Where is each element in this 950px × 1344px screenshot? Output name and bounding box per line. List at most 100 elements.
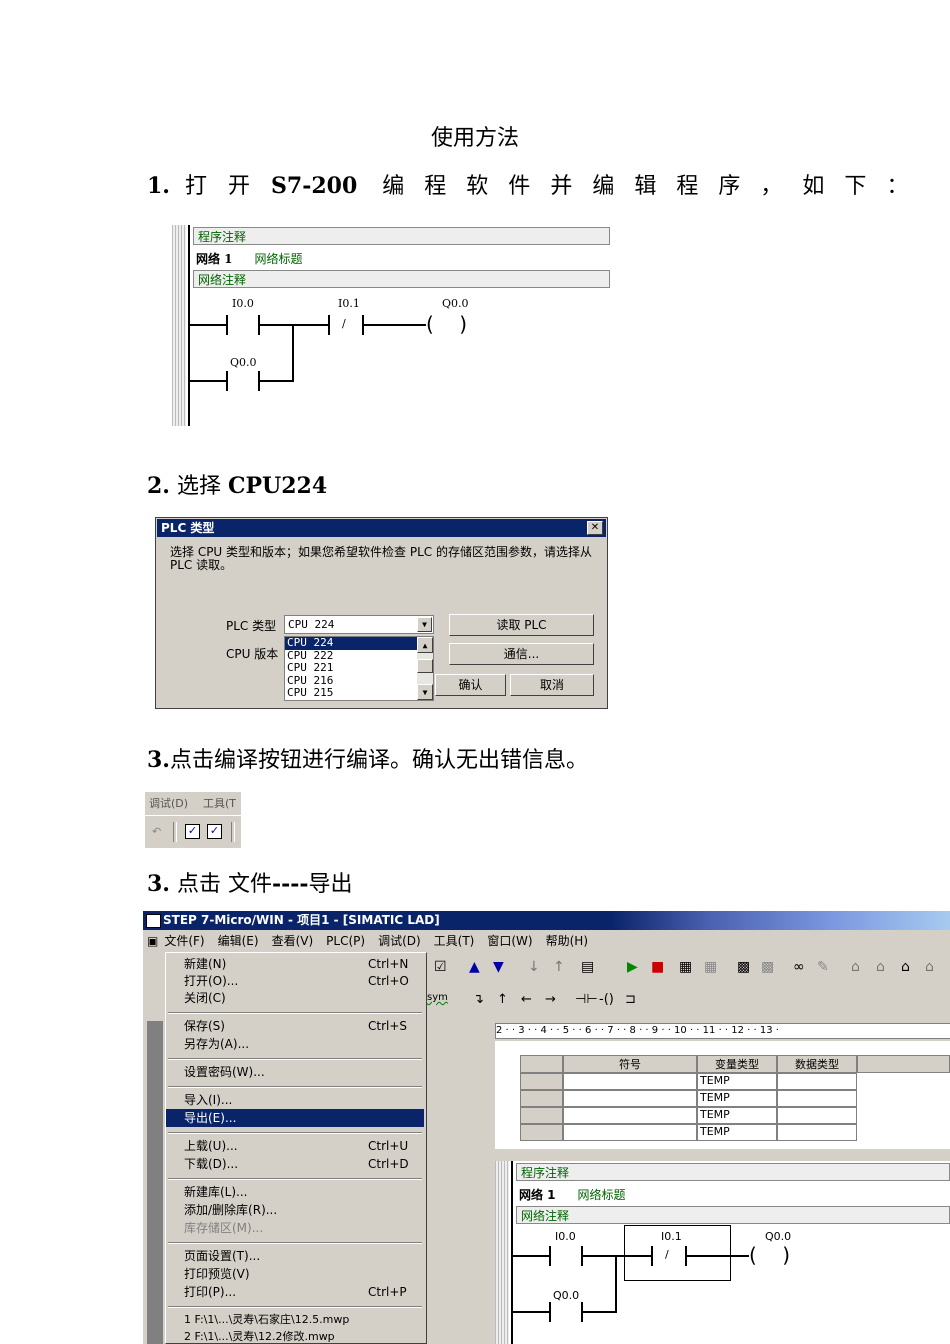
scroll-down-icon[interactable]: ▼ [417, 684, 433, 700]
compile-all-icon[interactable]: ✓ [207, 824, 222, 839]
network-title[interactable]: 网络标题 [578, 1188, 626, 1202]
program-comment-bar[interactable]: 程序注释 [193, 227, 610, 245]
sort-asc-icon[interactable]: ↓ [528, 959, 540, 975]
chevron-down-icon[interactable]: ▼ [417, 617, 432, 632]
table-cell[interactable] [563, 1107, 697, 1124]
lock2-icon[interactable]: ⌂ [876, 959, 885, 975]
selection-box[interactable] [624, 1225, 731, 1281]
chart-icon[interactable]: ▩ [737, 959, 750, 975]
chart2-icon[interactable]: ▩ [761, 959, 774, 975]
scroll-thumb[interactable] [417, 659, 433, 673]
menu-item-open[interactable]: 打开(O)... Ctrl+O [166, 972, 424, 990]
menu-tools[interactable]: 工具(T) [434, 930, 475, 952]
coil-symbol: ( ) [426, 312, 468, 336]
lock3-icon[interactable]: ⌂ [901, 959, 910, 975]
compile-icon[interactable]: ☑ [434, 959, 447, 975]
status-icon[interactable]: ▦ [679, 959, 692, 975]
menu-item-export[interactable]: 导出(E)... [166, 1109, 424, 1127]
menu-item-shortcut: Ctrl+P [368, 1285, 407, 1299]
table-cell[interactable] [563, 1090, 697, 1107]
line-up-icon[interactable]: ↑ [497, 992, 508, 1007]
scroll-up-icon[interactable]: ▲ [417, 637, 433, 653]
row-header[interactable] [520, 1107, 563, 1124]
menu-debug[interactable]: 调试(D) [378, 930, 421, 952]
step3-export-heading: 3. 点击 文件----导出 [147, 866, 353, 898]
ok-button[interactable]: 确认 [435, 674, 506, 696]
table-cell[interactable] [777, 1107, 857, 1124]
menu-item-upload[interactable]: 上载(U)... Ctrl+U [166, 1137, 424, 1155]
lock-icon[interactable]: ⌂ [851, 959, 860, 975]
menu-item-save[interactable]: 保存(S) Ctrl+S [166, 1017, 424, 1035]
table-cell[interactable] [777, 1073, 857, 1090]
row-header[interactable] [520, 1090, 563, 1107]
menu-file[interactable]: 文件(F) [164, 930, 204, 952]
table-cell[interactable] [777, 1090, 857, 1107]
program-comment-bar[interactable]: 程序注释 [516, 1163, 950, 1181]
menu-item-print[interactable]: 打印(P)... Ctrl+P [166, 1283, 424, 1301]
network-title[interactable]: 网络标题 [255, 252, 303, 266]
table-cell[interactable] [563, 1073, 697, 1090]
contact-icon[interactable]: ⊣⊢ [575, 992, 598, 1007]
table-cell[interactable] [563, 1124, 697, 1141]
line-down-icon[interactable]: ↴ [473, 992, 484, 1007]
menu-item-set-password[interactable]: 设置密码(W)... [166, 1063, 424, 1081]
lock4-icon[interactable]: ⌂ [925, 959, 934, 975]
table-cell[interactable]: TEMP [697, 1124, 777, 1141]
menu-item-recent-2[interactable]: 2 F:\1\...\灵寿\12.2修改.mwp [166, 1328, 424, 1344]
listbox-scrollbar[interactable]: ▲ ▼ [417, 637, 433, 700]
menu-window[interactable]: 窗口(W) [487, 930, 532, 952]
menu-view[interactable]: 查看(V) [272, 930, 314, 952]
run-icon[interactable]: ▶ [627, 959, 638, 975]
menu-item-add-remove-library[interactable]: 添加/删除库(R)... [166, 1201, 424, 1219]
menu-item-recent-1[interactable]: 1 F:\1\...\灵寿\石家庄\12.5.mwp [166, 1311, 424, 1329]
box-icon[interactable]: ⊐ [625, 992, 636, 1007]
menu-item-new[interactable]: 新建(N) Ctrl+N [166, 955, 424, 973]
menu-tools[interactable]: 工具(T [203, 795, 236, 811]
coil-icon[interactable]: -() [599, 992, 614, 1007]
menu-item-close[interactable]: 关闭(C) [166, 989, 424, 1007]
sort-desc-icon[interactable]: ↑ [553, 959, 565, 975]
table-cell[interactable]: TEMP [697, 1073, 777, 1090]
menu-plc[interactable]: PLC(P) [326, 930, 365, 952]
stop-icon[interactable]: ■ [651, 959, 664, 975]
table-cell[interactable]: TEMP [697, 1107, 777, 1124]
rung-wire [583, 1311, 617, 1313]
list-item[interactable]: CPU 221 [285, 661, 433, 675]
menu-item-import[interactable]: 导入(I)... [166, 1091, 424, 1109]
network-comment-bar[interactable]: 网络注释 [193, 270, 610, 288]
cpu-type-listbox[interactable]: CPU 224 CPU 222 CPU 221 CPU 216 CPU 215 … [284, 636, 434, 701]
contact-i00-label: I0.0 [232, 297, 254, 310]
line-right-icon[interactable]: → [545, 992, 556, 1007]
network-comment-bar[interactable]: 网络注释 [516, 1206, 950, 1224]
menu-item-new-library[interactable]: 新建库(L)... [166, 1183, 424, 1201]
cancel-button[interactable]: 取消 [510, 674, 594, 696]
row-header[interactable] [520, 1073, 563, 1090]
menu-edit[interactable]: 编辑(E) [218, 930, 259, 952]
plc-type-dialog: PLC 类型 ✕ 选择 CPU 类型和版本；如果您希望软件检查 PLC 的存储区… [155, 517, 608, 709]
menu-debug[interactable]: 调试(D) [149, 795, 188, 811]
sym-button[interactable]: sym [427, 992, 448, 1003]
upload-icon[interactable]: ▲ [469, 959, 480, 975]
table-cell[interactable]: TEMP [697, 1090, 777, 1107]
trend-icon[interactable]: ▦ [704, 959, 717, 975]
menu-item-save-as[interactable]: 另存为(A)... [166, 1035, 424, 1053]
pencil-icon[interactable]: ✎ [817, 959, 829, 975]
list-item[interactable]: CPU 215 [285, 686, 433, 700]
list-item[interactable]: CPU 224 [285, 636, 417, 650]
menu-item-download[interactable]: 下载(D)... Ctrl+D [166, 1155, 424, 1173]
line-left-icon[interactable]: ← [521, 992, 532, 1007]
close-icon[interactable]: ✕ [587, 521, 603, 535]
row-header[interactable] [520, 1124, 563, 1141]
options-icon[interactable]: ▤ [581, 959, 594, 975]
menu-item-print-preview[interactable]: 打印预览(V) [166, 1265, 424, 1283]
download-icon[interactable]: ▼ [493, 959, 504, 975]
plc-type-select[interactable]: CPU 224 ▼ [284, 615, 434, 634]
undo-icon[interactable]: ↶ [152, 825, 161, 838]
compile-icon[interactable]: ✓ [185, 824, 200, 839]
table-cell[interactable] [777, 1124, 857, 1141]
comm-button[interactable]: 通信... [449, 643, 594, 665]
menu-item-page-setup[interactable]: 页面设置(T)... [166, 1247, 424, 1265]
glasses-icon[interactable]: ∞ [793, 959, 805, 975]
read-plc-button[interactable]: 读取 PLC [449, 614, 594, 636]
menu-help[interactable]: 帮助(H) [546, 930, 588, 952]
